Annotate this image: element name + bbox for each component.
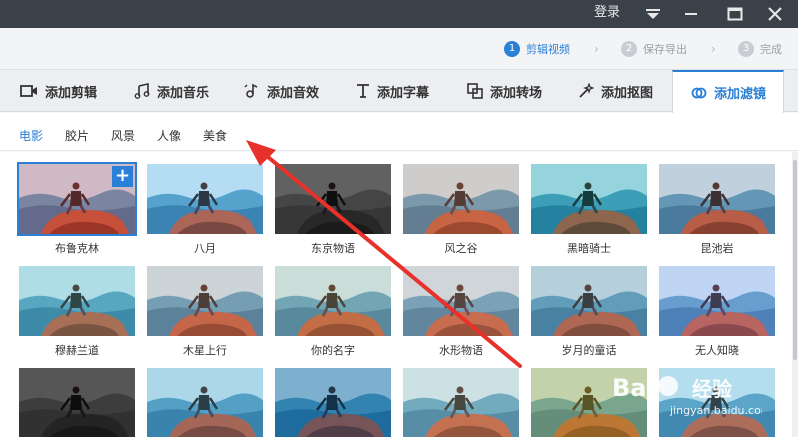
tab-add-transition[interactable]: 添加转场 xyxy=(467,70,542,112)
filter-thumbnail[interactable] xyxy=(275,164,391,234)
step-save-export[interactable]: 2 保存导出 xyxy=(621,40,687,58)
svg-text:jingyan.baidu.com: jingyan.baidu.com xyxy=(669,404,762,417)
filter-thumbnail[interactable] xyxy=(19,266,135,336)
steps-bar: 1 剪辑视频 › 2 保存导出 › 3 完成 xyxy=(0,28,798,70)
tab-add-subtitle[interactable]: 添加字幕 xyxy=(356,70,429,112)
minimize-icon xyxy=(685,13,697,15)
tab-label: 添加抠图 xyxy=(601,85,654,101)
filter-icon xyxy=(691,87,707,98)
dropdown-menu-button[interactable] xyxy=(638,0,668,28)
tab-add-cutout[interactable]: 添加抠图 xyxy=(578,70,653,112)
title-bar: 登录 xyxy=(0,0,798,28)
filter-name-label: 无人知晓 xyxy=(695,344,739,357)
filter-name-label: 岁月的童话 xyxy=(561,344,617,357)
filter-name-label: 东京物语 xyxy=(311,242,355,255)
step-number: 2 xyxy=(621,41,637,57)
tab-label: 添加剪辑 xyxy=(45,85,98,101)
tab-add-sound-effect[interactable]: 添加音效 xyxy=(244,70,319,112)
filter-name-label: 八月 xyxy=(194,242,216,255)
tab-label: 添加音乐 xyxy=(157,85,210,101)
filter-name-label: 穆赫兰道 xyxy=(55,344,99,357)
filter-thumbnail[interactable] xyxy=(147,164,263,234)
tab-label: 添加转场 xyxy=(490,85,543,101)
filter-thumbnail[interactable] xyxy=(403,266,519,336)
step-number: 3 xyxy=(738,41,754,57)
filter-thumbnail[interactable] xyxy=(531,266,647,336)
filter-thumbnail[interactable] xyxy=(19,368,135,437)
filter-name-label: 昆池岩 xyxy=(700,242,734,255)
filter-thumbnail[interactable] xyxy=(147,368,263,437)
category-landscape[interactable]: 风景 xyxy=(111,127,135,144)
svg-text:经验: 经验 xyxy=(692,377,732,401)
filter-name-label: 木星上行 xyxy=(183,344,227,357)
tab-label: 添加字幕 xyxy=(377,85,430,101)
minimize-button[interactable] xyxy=(676,0,706,28)
step-label: 完成 xyxy=(760,43,782,56)
svg-text:Bai: Bai xyxy=(612,374,655,402)
filter-category-bar: 电影 胶片 风景 人像 美食 xyxy=(0,113,798,151)
chevron-right-icon: › xyxy=(594,42,599,56)
filter-thumbnail[interactable] xyxy=(275,266,391,336)
filter-thumbnail[interactable] xyxy=(531,164,647,234)
category-portrait[interactable]: 人像 xyxy=(157,127,181,144)
filter-thumbnail[interactable] xyxy=(275,368,391,437)
maximize-button[interactable] xyxy=(720,0,750,28)
step-label: 剪辑视频 xyxy=(526,43,570,56)
scrollbar-thumb[interactable] xyxy=(793,160,797,360)
tab-add-clip[interactable]: 添加剪辑 xyxy=(20,70,97,112)
tab-label: 添加音效 xyxy=(267,85,320,101)
filter-name-label: 布鲁克林 xyxy=(55,242,99,255)
tab-label: 添加滤镜 xyxy=(714,87,767,102)
sound-effect-icon xyxy=(244,83,258,98)
category-movie[interactable]: 电影 xyxy=(19,127,43,144)
magic-wand-icon xyxy=(579,83,594,98)
category-film[interactable]: 胶片 xyxy=(65,127,89,144)
filter-thumbnail[interactable] xyxy=(403,368,519,437)
filter-name-label: 水形物语 xyxy=(439,344,483,357)
tab-add-filter[interactable]: 添加滤镜 xyxy=(672,70,784,113)
filter-thumbnail[interactable] xyxy=(659,266,775,336)
close-button[interactable] xyxy=(760,0,790,28)
filter-thumbnail[interactable] xyxy=(147,266,263,336)
music-note-icon xyxy=(134,83,150,99)
maximize-icon xyxy=(727,7,743,21)
baidu-jingyan-watermark: Bai 经验 jingyan.baidu.com xyxy=(612,374,762,417)
category-food[interactable]: 美食 xyxy=(203,127,227,144)
menu-triangle-icon xyxy=(646,9,660,19)
filter-name-label: 你的名字 xyxy=(311,344,355,357)
chevron-right-icon: › xyxy=(711,42,716,56)
transition-icon xyxy=(467,83,483,99)
filter-thumbnail[interactable] xyxy=(659,164,775,234)
step-label: 保存导出 xyxy=(643,43,687,56)
add-filter-plus-icon[interactable]: + xyxy=(112,166,133,187)
step-number: 1 xyxy=(504,41,520,57)
text-t-icon xyxy=(357,84,369,98)
feature-tabs: 添加剪辑 添加音乐 添加音效 添加字幕 添加转场 添加抠图 添加滤镜 xyxy=(0,70,798,113)
tab-add-music[interactable]: 添加音乐 xyxy=(134,70,209,112)
video-camera-icon xyxy=(20,85,37,97)
filter-thumbnail[interactable]: + xyxy=(17,162,137,236)
login-link[interactable]: 登录 xyxy=(594,4,620,22)
filter-name-label: 风之谷 xyxy=(444,242,478,255)
filter-name-label: 黑暗骑士 xyxy=(567,242,611,255)
filter-thumbnail[interactable] xyxy=(403,164,519,234)
step-edit-video[interactable]: 1 剪辑视频 xyxy=(504,40,570,58)
step-finish[interactable]: 3 完成 xyxy=(738,40,782,58)
close-icon xyxy=(768,7,782,21)
